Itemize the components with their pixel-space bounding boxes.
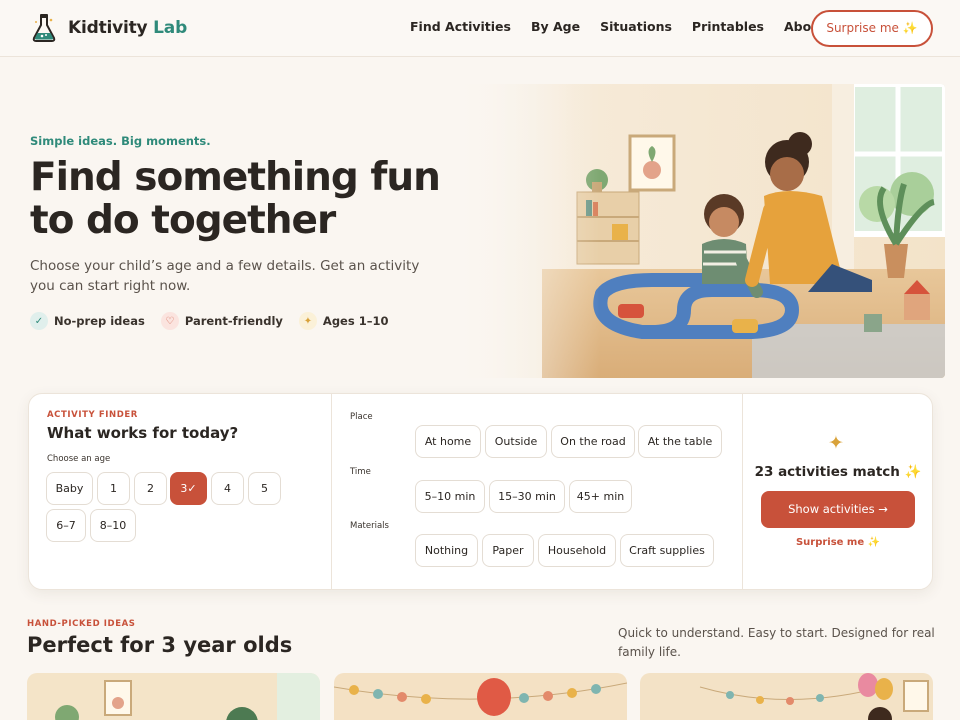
- materials-chip-paper[interactable]: Paper: [482, 534, 534, 567]
- brand-accent: Lab: [153, 18, 188, 38]
- section-title: Perfect for 3 year olds: [27, 633, 293, 657]
- badge-ages: ✦ Ages 1–10: [298, 312, 388, 330]
- section-eyebrow: HAND-PICKED IDEAS: [27, 619, 136, 629]
- heart-icon: ♡: [160, 312, 179, 330]
- surprise-me-link[interactable]: Surprise me ✨: [743, 537, 933, 548]
- materials-label: Materials: [350, 521, 389, 531]
- main-nav: Find Activities By Age Situations Printa…: [410, 19, 846, 34]
- age-chip-4[interactable]: 4: [211, 472, 244, 505]
- show-activities-button[interactable]: Show activities →: [761, 491, 915, 528]
- time-chip-15-30[interactable]: 15–30 min: [489, 480, 565, 513]
- time-label: Time: [350, 467, 371, 477]
- hero-title: Find something fun to do together: [30, 155, 441, 243]
- age-chip-baby[interactable]: Baby: [46, 472, 93, 505]
- section-description: Quick to understand. Easy to start. Desi…: [618, 626, 935, 659]
- nav-situations[interactable]: Situations: [600, 19, 672, 34]
- place-chip-on-the-road[interactable]: On the road: [551, 425, 635, 458]
- surprise-me-button[interactable]: Surprise me ✨: [811, 10, 933, 47]
- time-chip-45-plus[interactable]: 45+ min: [569, 480, 632, 513]
- sparkle-icon: ✦: [828, 432, 844, 454]
- activity-card-image-3[interactable]: [640, 673, 933, 720]
- age-chip-2[interactable]: 2: [134, 472, 167, 505]
- age-chip-5[interactable]: 5: [248, 472, 281, 505]
- materials-chip-craft-supplies[interactable]: Craft supplies: [620, 534, 714, 567]
- hero-illustration: [452, 84, 945, 378]
- age-chip-6-7[interactable]: 6–7: [46, 509, 86, 542]
- activity-card-image-1[interactable]: [27, 673, 320, 720]
- age-chip-3-selected[interactable]: 3✓: [170, 472, 207, 505]
- time-chip-5-10[interactable]: 5–10 min: [415, 480, 485, 513]
- check-icon: ✓: [30, 312, 48, 330]
- age-chip-8-10[interactable]: 8–10: [90, 509, 136, 542]
- badge-no-prep: ✓ No-prep ideas: [30, 312, 145, 330]
- place-chip-at-home[interactable]: At home: [415, 425, 481, 458]
- age-chip-1[interactable]: 1: [97, 472, 130, 505]
- activity-card-image-2[interactable]: [334, 673, 627, 720]
- finder-eyebrow: ACTIVITY FINDER: [47, 410, 138, 420]
- nav-by-age[interactable]: By Age: [531, 19, 580, 34]
- flask-icon: [32, 14, 56, 42]
- place-chip-outside[interactable]: Outside: [485, 425, 547, 458]
- hero-badges: ✓ No-prep ideas ♡ Parent-friendly ✦ Ages 1–…: [30, 312, 404, 330]
- badge-parent-friendly: ♡ Parent-friendly: [160, 312, 283, 330]
- finder-age-panel: ACTIVITY FINDER What works for today? Ch…: [29, 394, 332, 589]
- nav-printables[interactable]: Printables: [692, 19, 764, 34]
- sparkle-icon: ✦: [298, 312, 317, 330]
- activity-finder: ACTIVITY FINDER What works for today? Ch…: [28, 393, 933, 590]
- hero-tagline: Simple ideas. Big moments.: [30, 134, 211, 148]
- brand-logo[interactable]: Kidtivity Lab: [30, 12, 187, 44]
- materials-chip-household[interactable]: Household: [538, 534, 616, 567]
- materials-chip-nothing[interactable]: Nothing: [415, 534, 478, 567]
- age-label: Choose an age: [47, 454, 111, 464]
- site-header: Kidtivity Lab Find Activities By Age Sit…: [0, 0, 960, 57]
- finder-title: What works for today?: [47, 424, 239, 442]
- match-count: 23 activities match ✨: [754, 464, 922, 480]
- hero-subtitle: Choose your child’s age and a few detail…: [30, 258, 420, 294]
- finder-filters-panel: Place At home Outside On the road At the…: [332, 394, 743, 589]
- place-chip-at-the-table[interactable]: At the table: [638, 425, 722, 458]
- place-label: Place: [350, 412, 373, 422]
- finder-results-panel: ✦ 23 activities match ✨ Show activities …: [743, 394, 933, 589]
- brand-name: Kidtivity Lab: [68, 18, 188, 38]
- nav-find-activities[interactable]: Find Activities: [410, 19, 511, 34]
